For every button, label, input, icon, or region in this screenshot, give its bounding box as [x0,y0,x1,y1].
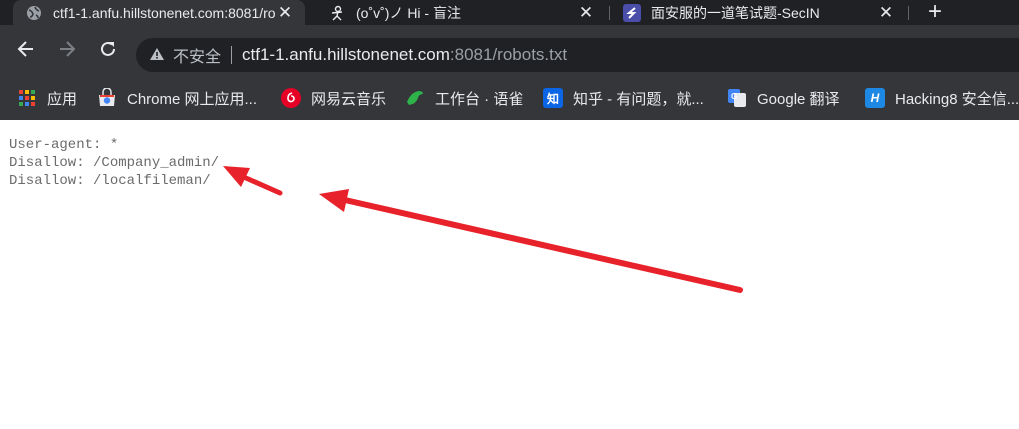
tab-blind-injection[interactable]: (o˚v˚)ノ Hi - 盲注 ✕ [316,0,606,25]
yuque-bird-icon [405,88,425,108]
chrome-store-icon [97,88,117,108]
bookmark-hacking8[interactable]: H Hacking8 安全信... [865,87,1019,109]
svg-text:G: G [731,92,737,101]
bookmark-label: 网易云音乐 [311,90,387,108]
secin-logo-icon [623,3,641,22]
bookmark-google-translate[interactable]: G Google 翻译 [727,87,840,109]
close-icon[interactable]: ✕ [275,3,295,23]
bookmark-label: Hacking8 安全信... [895,90,1019,108]
zhihu-icon: 知 [543,88,563,108]
hacking8-icon: H [865,88,885,108]
bookmark-label: 知乎 - 有问题，就... [573,90,704,108]
stick-figure-icon [328,4,346,22]
annotation-arrow [319,189,743,293]
tab-strip: ctf1-1.anfu.hillstonenet.com:8081/robots… [0,0,1019,25]
annotation-arrows [223,166,743,293]
not-secure-label: 不安全 [173,49,222,66]
bookmark-chrome-store[interactable]: Chrome 网上应用... [97,87,257,109]
bookmark-netease-music[interactable]: 网易云音乐 [281,87,386,109]
close-icon[interactable]: ✕ [876,3,896,23]
tab-robots[interactable]: ctf1-1.anfu.hillstonenet.com:8081/robots… [13,0,305,25]
tab-title: 面安服的一道笔试题-SecIN [651,4,820,21]
url-path: :8081/robots.txt [449,45,568,64]
bookmark-label: Google 翻译 [757,90,840,108]
bookmark-label: 工作台 · 语雀 [435,90,524,108]
new-tab-button[interactable]: + [922,0,948,25]
google-translate-icon: G [727,88,747,108]
close-icon[interactable]: ✕ [576,3,596,23]
url-host: ctf1-1.anfu.hillstonenet.com [242,45,450,64]
bookmarks-bar: 应用 Chrome 网上应用... 网易云音乐 工作台 · 语雀 知 知乎 - … [0,77,1019,120]
browser-chrome: ctf1-1.anfu.hillstonenet.com:8081/robots… [0,0,1019,120]
bookmark-label: 应用 [47,90,78,108]
address-bar[interactable]: 不安全 ctf1-1.anfu.hillstonenet.com :8081/r… [136,38,1019,72]
reload-icon [101,41,115,56]
bookmark-apps[interactable]: 应用 [17,87,77,109]
arrow-left-icon [17,41,33,57]
forward-button[interactable] [55,39,79,63]
apps-grid-icon [17,88,37,108]
tab-separator [609,6,610,20]
globe-icon [25,4,43,22]
tab-title: ctf1-1.anfu.hillstonenet.com:8081/robots… [53,4,275,21]
bookmark-zhihu[interactable]: 知 知乎 - 有问题，就... [543,87,704,109]
tab-separator [908,6,909,20]
netease-music-icon [281,88,301,108]
tab-title: (o˚v˚)ノ Hi - 盲注 [356,4,461,21]
warning-icon[interactable] [149,47,165,64]
reload-button[interactable] [96,39,120,63]
back-button[interactable] [14,39,38,63]
page-content: User-agent: * Disallow: /Company_admin/ … [0,120,1019,429]
tab-secin[interactable]: 面安服的一道笔试题-SecIN ✕ [611,0,906,25]
omnibox-divider [231,46,233,64]
annotation-arrow [223,166,283,196]
arrow-right-icon [60,41,76,57]
bookmark-label: Chrome 网上应用... [127,90,258,108]
bookmark-yuque[interactable]: 工作台 · 语雀 [405,87,523,109]
